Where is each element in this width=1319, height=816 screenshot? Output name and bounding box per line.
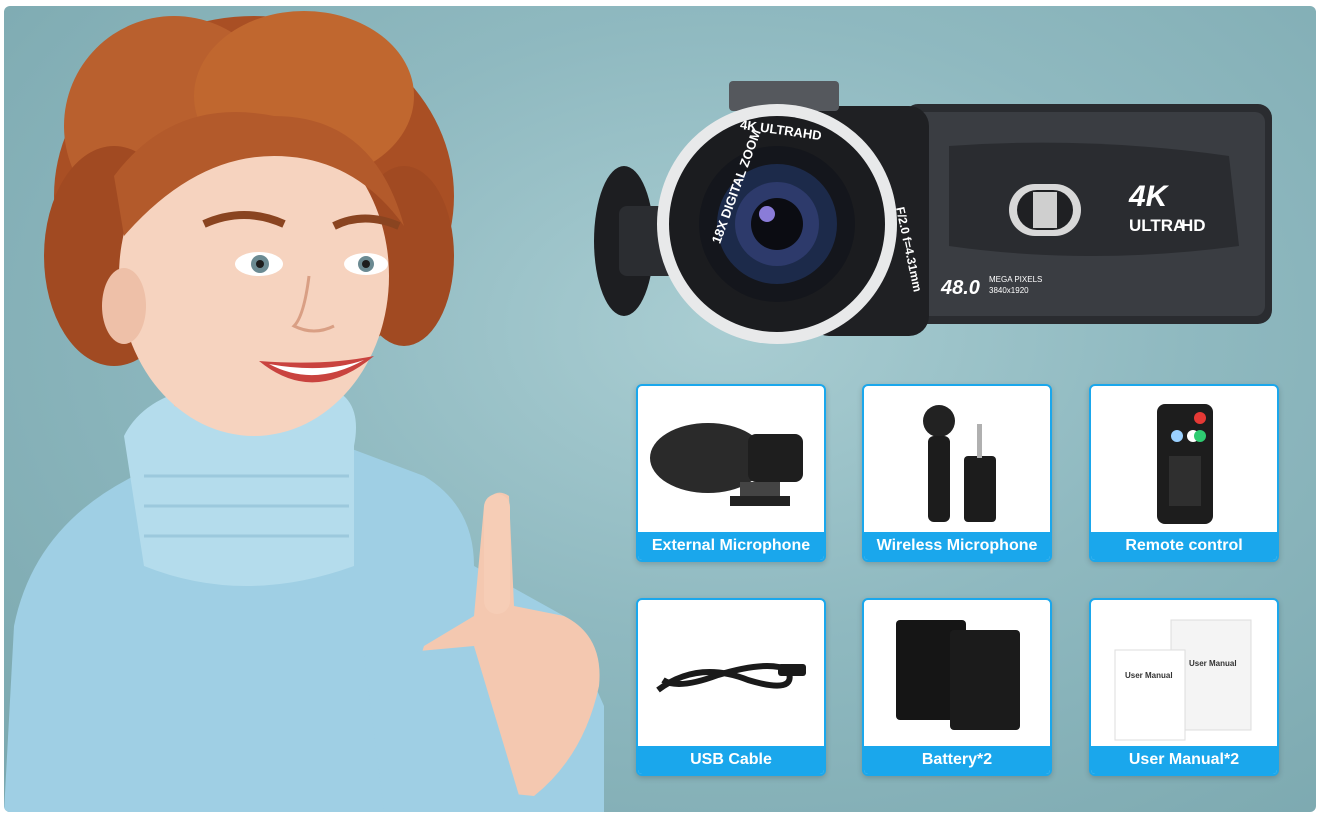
badge-ultra: ULTRA	[1129, 216, 1185, 235]
camcorder-image: 4K ULTRAHD 18X DIGITAL ZOOM F/2.0 f=4.31…	[594, 81, 1272, 344]
woman-photo	[4, 11, 604, 812]
manual-text-front: User Manual	[1125, 671, 1173, 680]
product-banner: 4K ULTRAHD 18X DIGITAL ZOOM F/2.0 f=4.31…	[4, 6, 1316, 812]
user-manual-icon: User Manual User Manual	[1114, 619, 1252, 741]
resolution-label: 3840x1920	[989, 286, 1029, 295]
usb-cable-icon	[656, 663, 806, 693]
accessory-external-microphone: External Microphone	[636, 384, 826, 562]
accessory-label: Battery*2	[864, 746, 1050, 774]
accessory-usb-cable: USB Cable	[636, 598, 826, 776]
badge-hd: HD	[1181, 216, 1206, 235]
external-microphone-icon	[650, 423, 803, 506]
wireless-microphone-icon	[923, 405, 996, 522]
accessory-label: External Microphone	[638, 532, 824, 560]
accessory-label: USB Cable	[638, 746, 824, 774]
accessory-wireless-microphone: Wireless Microphone	[862, 384, 1052, 562]
accessory-label: Wireless Microphone	[864, 532, 1050, 560]
battery-icon	[896, 620, 1020, 730]
megapixel-value: 48.0	[940, 277, 980, 299]
accessory-label: Remote control	[1091, 532, 1277, 560]
accessory-battery: Battery*2	[862, 598, 1052, 776]
accessory-remote-control: Remote control	[1089, 384, 1279, 562]
accessory-label: User Manual*2	[1091, 746, 1277, 774]
badge-4k: 4K	[1128, 180, 1170, 213]
accessory-user-manual: User Manual User Manual User Manual*2	[1089, 598, 1279, 776]
megapixel-label: MEGA PIXELS	[989, 275, 1042, 284]
remote-control-icon	[1157, 404, 1213, 524]
manual-text-back: User Manual	[1189, 659, 1237, 668]
